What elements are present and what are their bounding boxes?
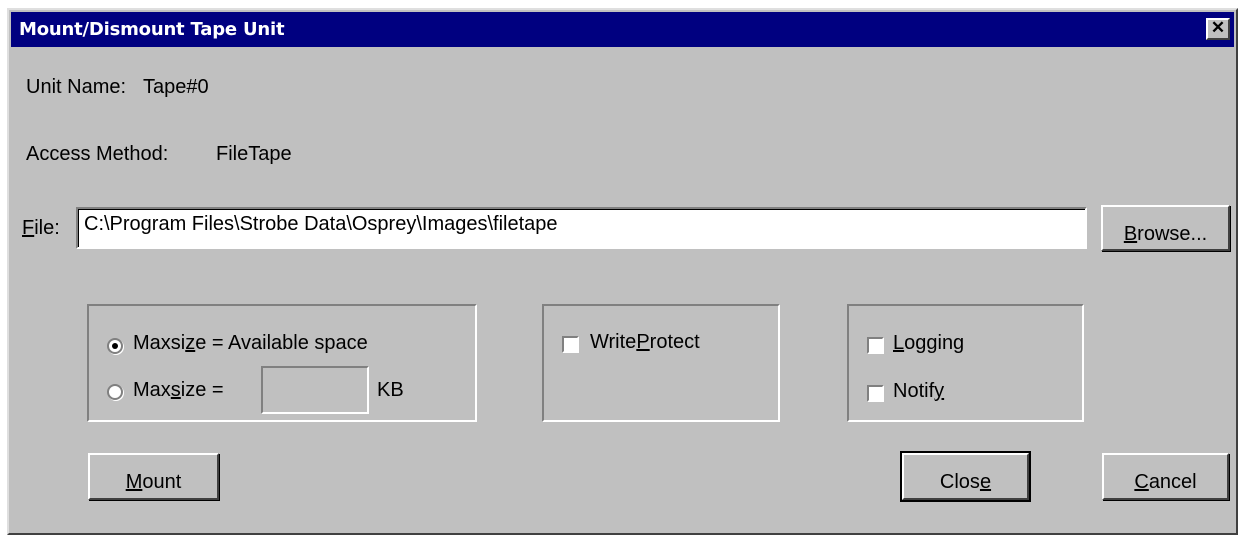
- close-button[interactable]: Close: [900, 451, 1031, 502]
- write-protect-text-b: rotect: [649, 331, 700, 353]
- write-protect-group: WriteProtect: [542, 304, 780, 422]
- write-protect-accel: P: [636, 331, 650, 353]
- cancel-accel: C: [1134, 471, 1149, 493]
- size-kb-input[interactable]: [261, 366, 369, 414]
- option1-accel: z: [185, 332, 196, 354]
- mount-accel: M: [125, 471, 143, 493]
- option2-accel: s: [170, 379, 181, 401]
- radio-custom-size[interactable]: [107, 384, 123, 400]
- close-label: Clos: [939, 471, 980, 493]
- unit-name-label: Unit Name:: [26, 76, 127, 98]
- write-protect-text-a: Write: [590, 331, 637, 353]
- close-accel: e: [979, 471, 992, 493]
- size-unit-label: KB: [377, 379, 404, 401]
- close-window-button[interactable]: ✕: [1206, 18, 1230, 40]
- notify-checkbox[interactable]: [867, 385, 884, 402]
- window-title: Mount/Dismount Tape Unit: [19, 19, 285, 40]
- mount-button[interactable]: Mount: [88, 453, 219, 500]
- file-label-rest: ile:: [34, 217, 60, 239]
- logging-text: ogging: [904, 332, 965, 354]
- option1-text-b: e = Available space: [195, 332, 368, 354]
- cancel-label: ancel: [1148, 471, 1197, 493]
- notify-text: Notif: [893, 380, 935, 402]
- browse-label: rowse...: [1137, 223, 1208, 245]
- radio-available-space[interactable]: [107, 338, 123, 354]
- file-path-input[interactable]: C:\Program Files\Strobe Data\Osprey\Imag…: [76, 207, 1087, 249]
- mount-dismount-dialog: Mount/Dismount Tape Unit ✕ Unit Name: Ta…: [7, 8, 1238, 535]
- write-protect-checkbox[interactable]: [562, 336, 579, 353]
- file-label-accel: F: [22, 217, 35, 239]
- access-method-label: Access Method:: [26, 143, 169, 165]
- notify-accel: y: [934, 380, 945, 402]
- logging-checkbox[interactable]: [867, 337, 884, 354]
- browse-button[interactable]: Browse...: [1101, 205, 1230, 251]
- write-protect-label: WriteProtect: [590, 331, 700, 354]
- option-custom-size-label: Maxsize =: [133, 379, 224, 402]
- option2-text-b: ize =: [180, 379, 224, 401]
- logging-label: Logging: [893, 332, 964, 355]
- logging-accel: L: [893, 332, 905, 354]
- maxsize-group: Maxsize = Available space Maxsize = KB: [87, 304, 477, 422]
- notify-label: Notify: [893, 380, 944, 403]
- file-path-value: C:\Program Files\Strobe Data\Osprey\Imag…: [84, 213, 558, 235]
- option2-text-a: Max: [133, 379, 171, 401]
- radio-selected-dot: [112, 343, 118, 349]
- unit-name-value: Tape#0: [143, 76, 209, 98]
- title-bar[interactable]: Mount/Dismount Tape Unit ✕: [11, 12, 1234, 47]
- browse-accel: B: [1123, 223, 1138, 245]
- access-method-value: FileTape: [216, 143, 292, 165]
- mount-label: ount: [142, 471, 182, 493]
- cancel-button[interactable]: Cancel: [1102, 453, 1229, 500]
- option-available-space-label: Maxsize = Available space: [133, 332, 368, 355]
- file-label: File:: [22, 217, 60, 240]
- logging-group: Logging Notify: [847, 304, 1084, 422]
- close-icon: ✕: [1210, 18, 1226, 37]
- option1-text-a: Maxsi: [133, 332, 186, 354]
